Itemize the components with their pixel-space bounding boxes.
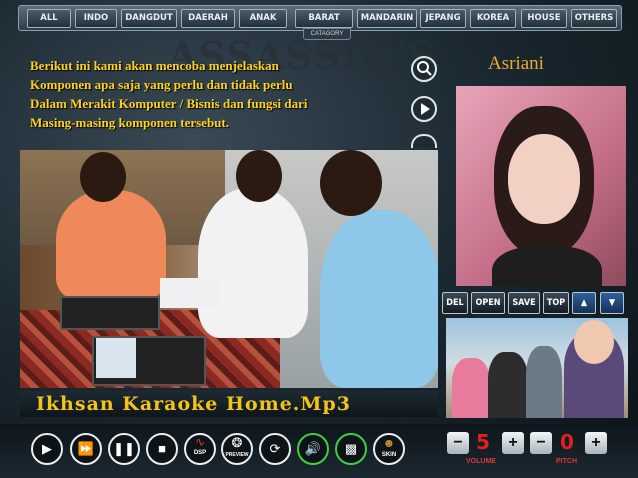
category-all[interactable]: ALL bbox=[27, 9, 71, 28]
move-up-button[interactable]: ▲ bbox=[572, 292, 596, 314]
skin-label: SKIN bbox=[381, 452, 397, 458]
minus-icon: − bbox=[453, 434, 463, 451]
volume-label: VOLUME bbox=[466, 458, 496, 465]
laptop bbox=[60, 296, 160, 330]
play-button[interactable]: ▶ bbox=[31, 433, 63, 465]
category-korea[interactable]: KOREA bbox=[470, 9, 516, 28]
paper-sheet bbox=[160, 278, 220, 308]
info-text: Berikut ini kami akan mencoba menjelaska… bbox=[30, 56, 390, 132]
group-person bbox=[488, 352, 528, 418]
play-icon: ▶ bbox=[42, 441, 52, 456]
laptop-screen bbox=[96, 338, 136, 378]
next-page-button[interactable] bbox=[411, 96, 437, 122]
vocal-button[interactable]: ▩ bbox=[335, 433, 367, 465]
volume-value: 5 bbox=[476, 430, 490, 454]
group-person bbox=[452, 358, 490, 418]
category-others[interactable]: OTHERS bbox=[571, 9, 617, 28]
repeat-button[interactable]: ⟳ bbox=[259, 433, 291, 465]
minus-icon: − bbox=[536, 434, 546, 451]
pitch-up-button[interactable]: + bbox=[585, 432, 607, 454]
open-button[interactable]: OPEN bbox=[471, 292, 505, 314]
group-person bbox=[526, 346, 562, 418]
info-line: Dalam Merakit Komputer / Bisnis dan fung… bbox=[30, 96, 308, 111]
pause-button[interactable]: ❚❚ bbox=[108, 433, 140, 465]
person-head bbox=[80, 152, 126, 202]
video-frame bbox=[20, 150, 438, 388]
pause-icon: ❚❚ bbox=[113, 441, 135, 456]
vocal-icon: ▩ bbox=[344, 441, 358, 456]
fast-forward-icon: ⏩ bbox=[77, 441, 95, 456]
plus-icon: + bbox=[508, 434, 518, 451]
dsp-button[interactable]: ∿ DSP bbox=[184, 433, 216, 465]
arrow-up-icon: ▲ bbox=[580, 298, 588, 308]
info-line: Berikut ini kami akan mencoba menjelaska… bbox=[30, 58, 279, 73]
category-mandarin[interactable]: MANDARIN bbox=[357, 9, 417, 28]
move-down-button[interactable]: ▼ bbox=[600, 292, 624, 314]
play-arrow-icon bbox=[421, 103, 430, 115]
volume-up-button[interactable]: + bbox=[502, 432, 524, 454]
search-button[interactable] bbox=[411, 56, 437, 82]
singer-face bbox=[508, 134, 580, 224]
category-barat[interactable]: BARAT bbox=[295, 9, 353, 28]
mute-button[interactable]: 🔊 bbox=[297, 433, 329, 465]
preview-button[interactable]: ❂ PREVIEW bbox=[221, 433, 253, 465]
pitch-label: PITCH bbox=[556, 458, 577, 465]
repeat-icon: ⟳ bbox=[269, 441, 281, 456]
category-indo[interactable]: INDO bbox=[75, 9, 117, 28]
person-blue-shirt bbox=[320, 210, 438, 388]
pitch-value: 0 bbox=[560, 430, 574, 454]
plus-icon: + bbox=[591, 434, 601, 451]
skin-icon: ☻ bbox=[382, 436, 396, 450]
singer-name: Asriani bbox=[488, 53, 544, 74]
search-icon bbox=[417, 61, 432, 76]
category-daerah[interactable]: DAERAH bbox=[181, 9, 235, 28]
song-title-bar: Ikhsan Karaoke Home.Mp3 bbox=[20, 391, 438, 417]
delete-button[interactable]: DEL bbox=[442, 292, 468, 314]
group-photo bbox=[446, 318, 628, 418]
info-line: Masing-masing komponen tersebut. bbox=[30, 115, 229, 130]
preview-label: PREVIEW bbox=[225, 452, 249, 458]
category-house[interactable]: HOUSE bbox=[521, 9, 567, 28]
person-white-shirt bbox=[198, 188, 308, 338]
person-orange-shirt bbox=[56, 190, 166, 300]
singer-photo bbox=[456, 86, 626, 286]
person-head bbox=[236, 150, 282, 202]
save-button[interactable]: SAVE bbox=[508, 292, 540, 314]
singer-shirt bbox=[492, 246, 602, 286]
category-dangdut[interactable]: DANGDUT bbox=[121, 9, 177, 28]
stop-button[interactable]: ■ bbox=[146, 433, 178, 465]
fast-forward-button[interactable]: ⏩ bbox=[70, 433, 102, 465]
waveform-icon: ∿ bbox=[194, 435, 206, 449]
skin-button[interactable]: ☻ SKIN bbox=[373, 433, 405, 465]
volume-down-button[interactable]: − bbox=[447, 432, 469, 454]
category-anak[interactable]: ANAK bbox=[239, 9, 287, 28]
info-line: Komponen apa saja yang perlu dan tidak p… bbox=[30, 77, 293, 92]
stop-icon: ■ bbox=[158, 441, 166, 456]
person-head bbox=[320, 150, 382, 216]
song-title: Ikhsan Karaoke Home.Mp3 bbox=[36, 393, 351, 415]
film-reel-icon: ❂ bbox=[231, 435, 243, 450]
top-button[interactable]: TOP bbox=[543, 292, 569, 314]
pitch-down-button[interactable]: − bbox=[530, 432, 552, 454]
dsp-label: DSP bbox=[193, 450, 207, 456]
speaker-icon: 🔊 bbox=[304, 441, 322, 456]
arrow-down-icon: ▼ bbox=[608, 298, 616, 308]
category-jepang[interactable]: JEPANG bbox=[420, 9, 466, 28]
group-face bbox=[574, 320, 614, 364]
